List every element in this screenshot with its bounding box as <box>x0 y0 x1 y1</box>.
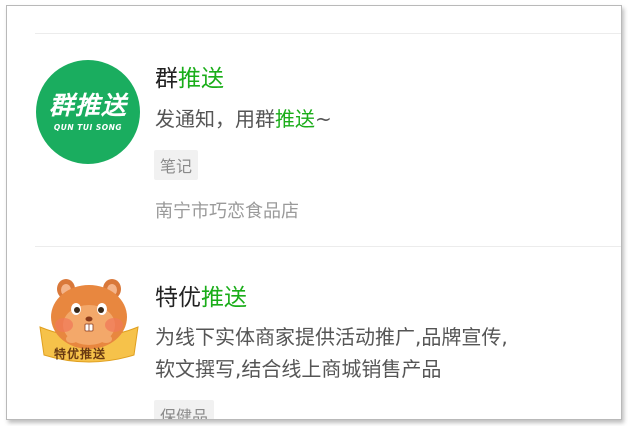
result-description: 发通知，用群推送~ <box>155 103 332 135</box>
desc-highlight: 推送 <box>275 107 315 131</box>
teyou-tuisong-logo: 特优推送 <box>36 269 142 373</box>
title-prefix: 特优 <box>155 285 201 311</box>
logo-text: 特优推送 <box>54 347 107 361</box>
result-title[interactable]: 群推送 <box>155 59 224 93</box>
desc-prefix: 发通知，用群 <box>155 107 275 131</box>
result-title[interactable]: 特优推送 <box>155 278 247 312</box>
account-owner: 南宁市巧恋食品店 <box>155 201 299 222</box>
category-tag: 笔记 <box>154 150 199 180</box>
title-highlight: 推送 <box>201 285 247 311</box>
result-description-line-1: 为线下实体商家提供活动推广,品牌宣传, <box>155 325 508 349</box>
search-results-panel: 群推送 QUN TUI SONG 群推送 发通知，用群推送~ 笔记 南宁市巧恋食… <box>6 5 622 420</box>
result-item-teyou-tuisong[interactable]: 特优推送 特优推送 为线下实体商家提供活动推广,品牌宣传, 软文撰写,结合线上商… <box>7 247 621 419</box>
result-item-qun-tuisong[interactable]: 群推送 QUN TUI SONG 群推送 发通知，用群推送~ 笔记 南宁市巧恋食… <box>7 34 621 246</box>
logo-text: 群推送 <box>48 91 127 120</box>
result-description-line-2: 软文撰写,结合线上商城销售产品 <box>155 357 442 381</box>
title-highlight: 推送 <box>178 66 224 92</box>
title-prefix: 群 <box>155 66 178 92</box>
qun-tuisong-logo: 群推送 QUN TUI SONG <box>36 60 140 164</box>
category-tag: 保健品 <box>154 400 215 419</box>
logo-subtext: QUN TUI SONG <box>53 123 123 132</box>
desc-suffix: ~ <box>315 107 332 131</box>
